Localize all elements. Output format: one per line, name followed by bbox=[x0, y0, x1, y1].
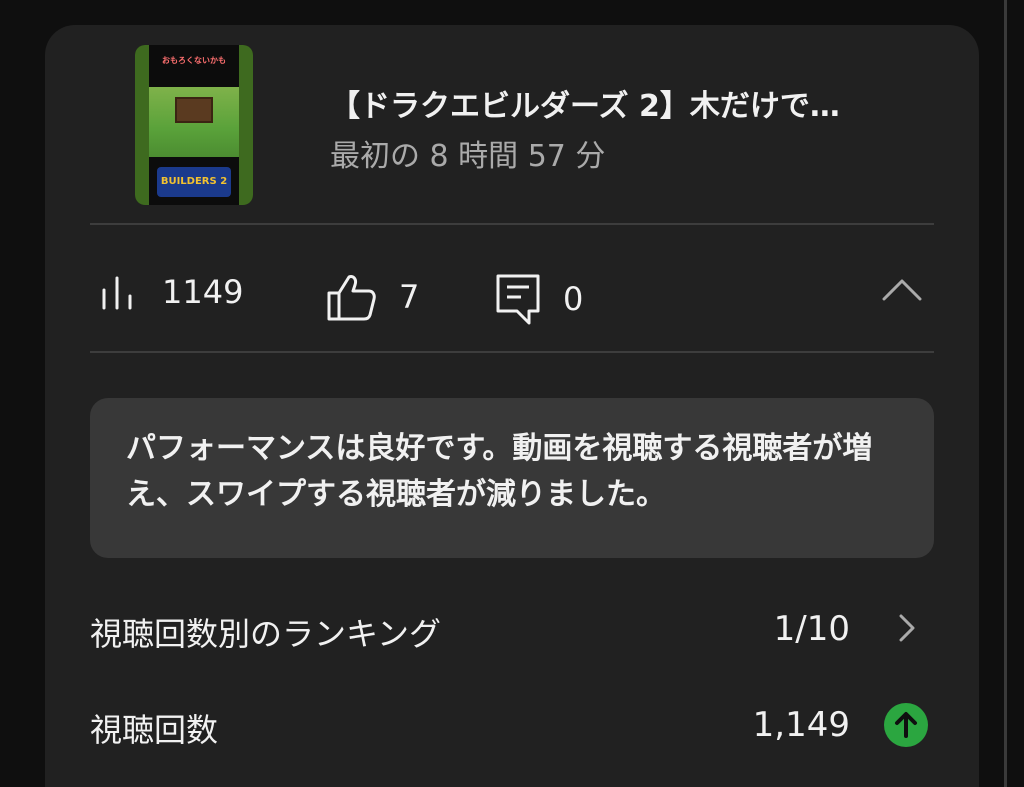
thumbnail-caption: おもろくないかも bbox=[162, 56, 226, 65]
divider-middle bbox=[90, 351, 934, 353]
thumbnail-logo: BUILDERS 2 bbox=[157, 167, 231, 197]
thumbs-up-icon bbox=[327, 275, 376, 321]
ranking-value: 1/10 bbox=[773, 609, 850, 649]
likes-count: 7 bbox=[399, 278, 420, 316]
thumbnail-house bbox=[175, 97, 213, 123]
video-thumbnail[interactable]: おもろくないかも BUILDERS 2 bbox=[135, 45, 253, 205]
views-value: 1,149 bbox=[752, 705, 850, 745]
thumbnail-border-right bbox=[239, 45, 253, 205]
views-stat[interactable]: 1149 bbox=[100, 273, 243, 311]
thumbnail-border-left bbox=[135, 45, 149, 205]
chevron-right-icon bbox=[899, 614, 915, 642]
divider-top bbox=[90, 223, 934, 225]
views-row: 視聴回数 1,149 bbox=[90, 699, 934, 749]
likes-stat[interactable]: 7 bbox=[325, 273, 419, 321]
video-title[interactable]: 【ドラクエビルダーズ 2】木だけで… bbox=[330, 81, 930, 125]
performance-message: パフォーマンスは良好です。動画を視聴する視聴者が増え、スワイプする視聴者が減りま… bbox=[90, 398, 934, 558]
bar-chart-icon bbox=[102, 276, 132, 310]
ranking-label: 視聴回数別のランキング bbox=[90, 615, 442, 653]
comments-stat[interactable]: 0 bbox=[495, 273, 583, 325]
views-count: 1149 bbox=[162, 273, 244, 311]
thumbnail-scene bbox=[149, 87, 239, 157]
arrow-up-icon bbox=[895, 712, 917, 738]
video-subtitle: 最初の 8 時間 57 分 bbox=[330, 139, 606, 174]
ranking-row[interactable]: 視聴回数別のランキング 1/10 bbox=[90, 603, 934, 653]
views-label: 視聴回数 bbox=[90, 711, 219, 749]
comments-count: 0 bbox=[563, 280, 584, 318]
comment-icon bbox=[496, 274, 540, 325]
trend-up-badge bbox=[884, 703, 928, 747]
analytics-card: おもろくないかも BUILDERS 2 【ドラクエビルダーズ 2】木だけで… 最… bbox=[45, 25, 979, 787]
scrollbar[interactable] bbox=[1004, 0, 1007, 787]
chevron-up-icon[interactable] bbox=[880, 275, 924, 305]
page: おもろくないかも BUILDERS 2 【ドラクエビルダーズ 2】木だけで… 最… bbox=[0, 0, 1024, 787]
